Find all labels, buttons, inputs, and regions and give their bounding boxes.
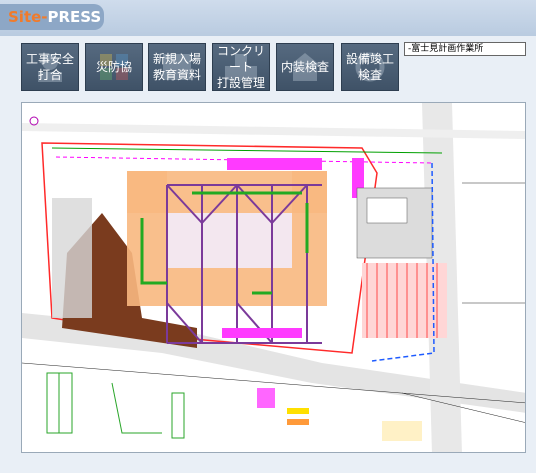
app-logo[interactable]: Site-PRESS: [0, 4, 104, 30]
menu-button-equipment-inspection[interactable]: 設備竣工 検査: [341, 43, 399, 91]
menu-button-interior-inspection[interactable]: 内装検査: [276, 43, 334, 91]
menu-label: 設備竣工 検査: [345, 52, 394, 82]
menu-label: コンクリート 打設管理: [216, 44, 265, 90]
logo-accent-text: PRESS: [47, 8, 102, 26]
menu-label: 内装検査: [280, 60, 329, 74]
logo-text: Site-: [8, 8, 48, 26]
menu-button-concrete-pour[interactable]: コンクリート 打設管理: [212, 43, 270, 91]
menu-label: 工事安全 打合: [25, 52, 74, 82]
site-plan-graphic: [22, 103, 525, 452]
top-bar: Site-PRESS: [0, 0, 536, 36]
menu-button-safety-meeting[interactable]: 工事安全 打合: [21, 43, 79, 91]
site-plan-drawing[interactable]: [21, 102, 526, 453]
menu-button-disaster-prevention[interactable]: 災防協: [85, 43, 143, 91]
menu-button-new-entry-education[interactable]: 新規入場 教育資料: [148, 43, 206, 91]
site-name-field[interactable]: -富士見計画作業所: [404, 42, 526, 56]
menu-label: 災防協: [95, 60, 132, 74]
menu-label: 新規入場 教育資料: [152, 52, 201, 82]
